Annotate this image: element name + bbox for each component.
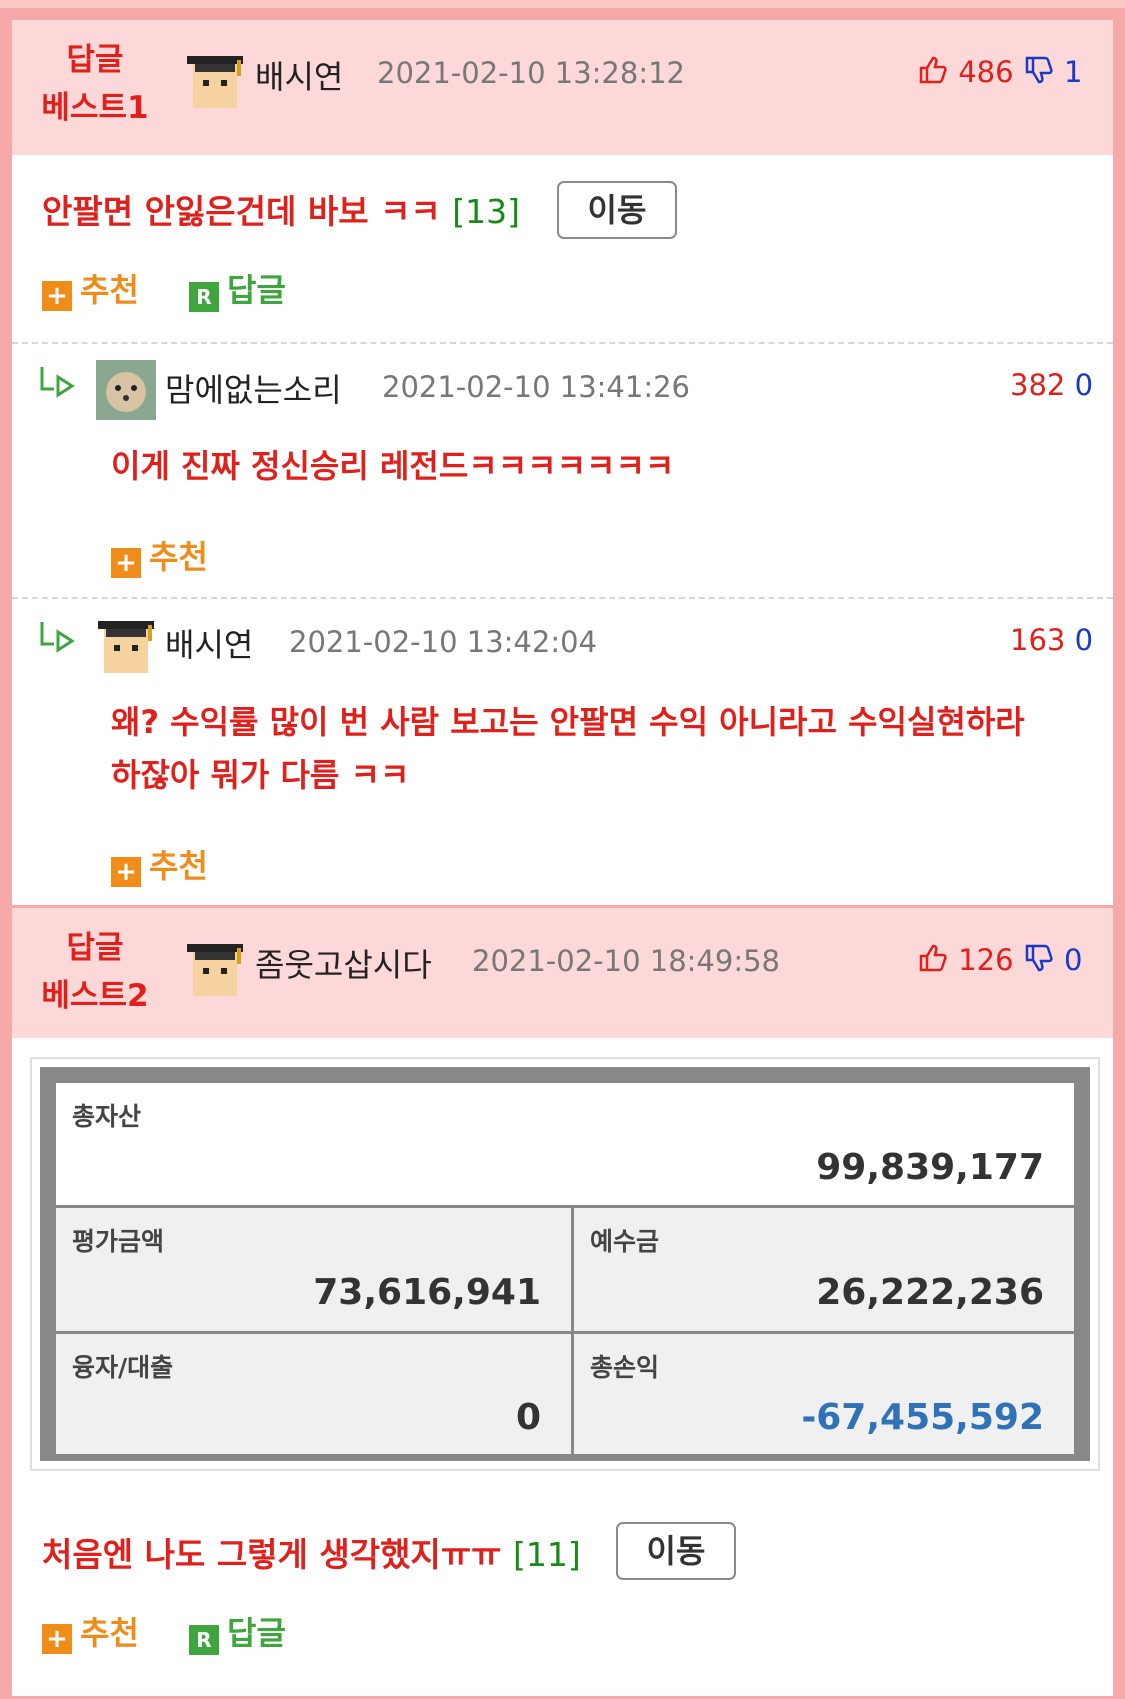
eval-amount-value: 73,616,941 — [313, 1272, 541, 1313]
comment-text: 처음엔 나도 그렇게 생각했지ㅠㅠ — [42, 1535, 502, 1574]
reply-label: 답글 — [227, 1614, 286, 1652]
reply-text-line1: 왜? 수익률 많이 번 사람 보고는 안팔면 수익 아니라고 수익실현하라 — [111, 703, 1025, 741]
recommend-label: 추천 — [149, 847, 208, 885]
recommend-button[interactable]: + 추천 — [111, 532, 208, 578]
total-asset-value: 99,839,177 — [816, 1147, 1044, 1188]
reply-label: 답글 — [227, 271, 286, 309]
upvote-count: 382 — [1010, 368, 1066, 402]
best2-header: 답글 베스트2 좀웃고삽시다 2021-02-10 18:49:58 126 0 — [12, 908, 1113, 1038]
comment-text: 안팔면 안잃은건데 바보 ㅋㅋ — [42, 192, 441, 231]
best-label-line1: 답글 — [66, 930, 124, 966]
thumbs-down-icon[interactable] — [1023, 54, 1055, 86]
eval-amount-label: 평가금액 — [72, 1227, 165, 1256]
vote-counts: 163 0 — [1010, 623, 1093, 657]
author-nickname[interactable]: 배시연 — [165, 620, 253, 666]
best-label-line2: 베스트2 — [41, 978, 149, 1014]
downvote-count: 0 — [1074, 368, 1094, 402]
reply-text: 왜? 수익률 많이 번 사람 보고는 안팔면 수익 아니라고 수익실현하라 하잖… — [111, 696, 1025, 802]
top-strip — [0, 0, 1125, 8]
comment-timestamp: 2021-02-10 18:49:58 — [472, 944, 780, 978]
vote-counts: 382 0 — [1010, 368, 1093, 402]
recommend-button[interactable]: + 추천 — [111, 841, 208, 887]
comment-frame: 답글 베스트1 배시연 2021-02-10 13:28:12 486 1 안팔… — [12, 20, 1113, 1696]
recommend-label: 추천 — [80, 271, 139, 309]
reply-button[interactable]: R 답글 — [189, 1608, 286, 1655]
plus-icon: + — [111, 857, 141, 887]
comment-count[interactable]: [11] — [513, 1535, 581, 1574]
deposit-label: 예수금 — [590, 1227, 660, 1256]
dog-avatar-icon[interactable] — [96, 360, 156, 420]
total-asset-cell: 총자산 99,839,177 — [56, 1083, 1074, 1205]
best-label-line2: 베스트1 — [41, 90, 149, 126]
thumbs-down-icon[interactable] — [1023, 942, 1055, 974]
author-nickname[interactable]: 배시연 — [255, 52, 343, 98]
best-label: 답글 베스트1 — [40, 36, 150, 132]
asset-screenshot: 총자산 99,839,177 평가금액 73,616,941 예수금 26,22… — [30, 1057, 1100, 1471]
comment-count[interactable]: [13] — [452, 192, 520, 231]
comment-timestamp: 2021-02-10 13:42:04 — [289, 625, 597, 659]
reply-arrow-icon — [38, 620, 78, 664]
total-asset-label: 총자산 — [72, 1102, 142, 1131]
move-button[interactable]: 이동 — [616, 1522, 736, 1580]
move-button[interactable]: 이동 — [557, 181, 677, 239]
reply-arrow-icon — [38, 365, 78, 409]
best1-header: 답글 베스트1 배시연 2021-02-10 13:28:12 486 1 — [12, 20, 1113, 155]
thumbs-up-icon[interactable] — [917, 942, 949, 974]
comment-title: 안팔면 안잃은건데 바보 ㅋㅋ [13] — [42, 185, 520, 233]
thumbs-up-icon[interactable] — [917, 54, 949, 86]
best-label: 답글 베스트2 — [40, 924, 150, 1020]
upvote-count: 126 — [958, 943, 1014, 977]
r-badge-icon: R — [189, 282, 219, 312]
author-nickname[interactable]: 맘에없는소리 — [165, 365, 342, 411]
deposit-cell: 예수금 26,222,236 — [574, 1208, 1074, 1331]
pnl-label: 총손익 — [590, 1353, 660, 1382]
reply-text-line2: 하잖아 뭐가 다름 ㅋㅋ — [111, 756, 410, 794]
author-nickname[interactable]: 좀웃고삽시다 — [255, 940, 432, 986]
graduate-avatar-icon[interactable] — [96, 615, 156, 675]
divider — [12, 342, 1113, 344]
vote-counts: 126 0 — [917, 942, 1082, 977]
reply-text: 이게 진짜 정신승리 레전드ㅋㅋㅋㅋㅋㅋㅋ — [111, 447, 675, 485]
vote-counts: 486 1 — [917, 54, 1082, 89]
graduate-avatar-icon[interactable] — [185, 938, 245, 998]
recommend-label: 추천 — [80, 1614, 139, 1652]
asset-table: 총자산 99,839,177 평가금액 73,616,941 예수금 26,22… — [40, 1067, 1090, 1461]
reply-button[interactable]: R 답글 — [189, 265, 286, 312]
upvote-count: 163 — [1010, 623, 1066, 657]
upvote-count: 486 — [958, 55, 1014, 89]
comment-timestamp: 2021-02-10 13:28:12 — [377, 56, 685, 90]
recommend-button[interactable]: + 추천 — [42, 265, 139, 311]
best-label-line1: 답글 — [66, 42, 124, 78]
loan-cell: 융자/대출 0 — [56, 1334, 571, 1454]
comment-title: 처음엔 나도 그렇게 생각했지ㅠㅠ [11] — [42, 1528, 581, 1576]
recommend-label: 추천 — [149, 538, 208, 576]
plus-icon: + — [111, 548, 141, 578]
recommend-button[interactable]: + 추천 — [42, 1608, 139, 1654]
downvote-count: 0 — [1074, 623, 1094, 657]
downvote-count: 1 — [1064, 55, 1083, 89]
deposit-value: 26,222,236 — [816, 1272, 1044, 1313]
loan-label: 융자/대출 — [72, 1353, 174, 1382]
r-badge-icon: R — [189, 1625, 219, 1655]
eval-amount-cell: 평가금액 73,616,941 — [56, 1208, 571, 1331]
loan-value: 0 — [515, 1397, 541, 1438]
downvote-count: 0 — [1064, 943, 1083, 977]
comment-timestamp: 2021-02-10 13:41:26 — [382, 370, 690, 404]
graduate-avatar-icon[interactable] — [185, 50, 245, 110]
plus-icon: + — [42, 1624, 72, 1654]
pnl-cell: 총손익 -67,455,592 — [574, 1334, 1074, 1454]
divider — [12, 597, 1113, 599]
pnl-value: -67,455,592 — [801, 1397, 1044, 1438]
plus-icon: + — [42, 281, 72, 311]
